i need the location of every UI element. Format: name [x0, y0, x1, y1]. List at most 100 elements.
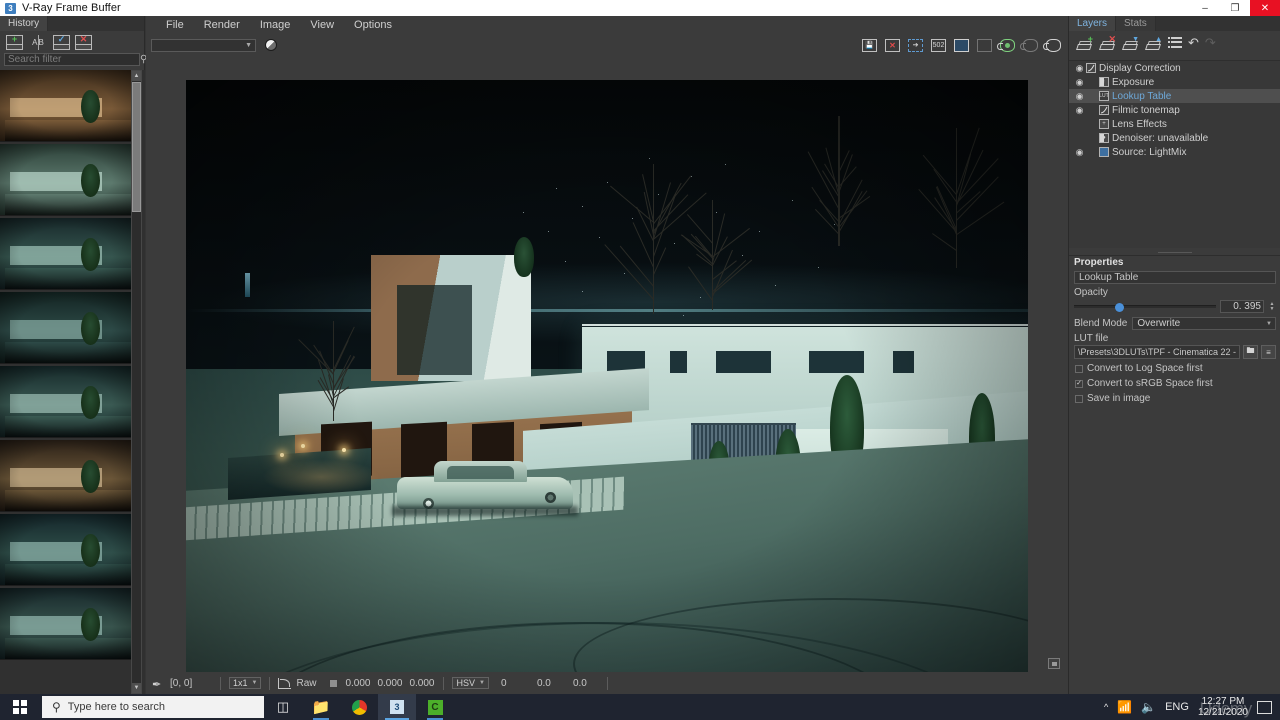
apply-history-button[interactable]: ✓	[53, 35, 70, 50]
curve-icon[interactable]	[278, 678, 291, 689]
chrome-button[interactable]	[340, 694, 378, 720]
opacity-slider[interactable]	[1074, 305, 1216, 308]
layer-list[interactable]: ◉ Display Correction ◉ ◐ Exposure ◉ LUT Lookup …	[1069, 60, 1280, 248]
menu-item-options[interactable]: Options	[344, 16, 402, 34]
clear-image-button[interactable]	[976, 37, 993, 53]
image-canvas-area[interactable]	[146, 56, 1068, 672]
pixel-aspect-button[interactable]: 502	[930, 37, 947, 53]
opacity-stepper[interactable]: ▲ ▼	[1268, 302, 1276, 312]
tab-layers[interactable]: Layers	[1069, 16, 1116, 31]
layer-label: Lens Effects	[1112, 119, 1167, 130]
search-input[interactable]	[8, 54, 140, 65]
save-image-button[interactable]: 💾	[861, 37, 878, 53]
convert-to-srgb-space-checkbox[interactable]: Convert to sRGB Space first	[1075, 378, 1276, 389]
visibility-toggle-icon[interactable]: ◉	[1073, 75, 1086, 89]
color-picker-icon[interactable]	[152, 678, 164, 689]
opacity-value-field[interactable]: 0. 395	[1220, 300, 1264, 313]
layer-presets-button[interactable]	[1168, 36, 1182, 49]
history-search[interactable]: ⚲ ▼	[4, 53, 140, 66]
lut-file-input[interactable]: \Presets\3DLUTs\TPF - Cinematica 22 - LO…	[1074, 345, 1240, 359]
tab-history[interactable]: History	[0, 16, 48, 31]
stop-render-button[interactable]	[1045, 37, 1062, 53]
history-scrollbar[interactable]: ▲ ▼	[131, 70, 142, 694]
language-indicator[interactable]: ENG	[1165, 701, 1189, 713]
scroll-down-arrow[interactable]: ▼	[132, 683, 141, 693]
scroll-up-arrow[interactable]: ▲	[132, 71, 141, 81]
camtasia-button[interactable]: C	[416, 694, 454, 720]
layer-name-field[interactable]: Lookup Table	[1074, 271, 1276, 284]
visibility-toggle-icon[interactable]: ◉	[1073, 103, 1086, 117]
volume-icon[interactable]: 🔈	[1141, 700, 1156, 714]
layer-display-correction[interactable]: ◉ Display Correction	[1069, 61, 1280, 75]
convert-to-log-space-checkbox[interactable]: Convert to Log Space first	[1075, 363, 1276, 374]
checkbox-box[interactable]	[1075, 365, 1083, 373]
redo-button[interactable]: ↷	[1205, 36, 1216, 49]
maximize-button[interactable]: ❐	[1220, 0, 1250, 16]
save-in-image-checkbox[interactable]: Save in image	[1075, 393, 1276, 404]
clock[interactable]: 12:27 PM 12/21/2020	[1198, 696, 1248, 718]
taskbar-search[interactable]: ⚲ Type here to search	[42, 696, 264, 718]
undo-button[interactable]: ↶	[1188, 36, 1199, 49]
layer-filmic-tonemap[interactable]: ◉ Filmic tonemap	[1069, 103, 1280, 117]
task-view-button[interactable]: ◫	[264, 694, 302, 720]
remove-layer-button[interactable]: ✕	[1099, 35, 1116, 50]
history-thumb-3[interactable]	[0, 218, 131, 290]
color-space-combo[interactable]: HSV ▼	[452, 677, 488, 689]
lut-presets-button[interactable]: ≡	[1261, 345, 1276, 359]
notification-icon[interactable]	[1257, 701, 1272, 714]
add-to-history-button[interactable]: +	[6, 35, 23, 50]
visibility-toggle-icon[interactable]: ◉	[1073, 61, 1086, 75]
render-preset-combo[interactable]: ▼	[151, 39, 256, 52]
checkbox-box[interactable]	[1075, 380, 1083, 388]
start-render-button[interactable]	[999, 37, 1016, 53]
history-thumb-8[interactable]	[0, 588, 131, 660]
history-thumb-6[interactable]	[0, 440, 131, 512]
history-list[interactable]: ▲ ▼	[0, 70, 145, 694]
layer-denoiser[interactable]: ◉◑Denoiser: unavailable	[1069, 131, 1280, 145]
save-layers-button[interactable]: ▲	[1145, 35, 1162, 50]
color-swatch[interactable]	[329, 679, 338, 688]
menu-item-image[interactable]: Image	[250, 16, 301, 34]
history-thumb-4[interactable]	[0, 292, 131, 364]
blend-mode-select[interactable]: Overwrite ▼	[1132, 317, 1276, 330]
menu-item-view[interactable]: View	[300, 16, 344, 34]
tab-stats[interactable]: Stats	[1116, 16, 1156, 31]
layer-lookup-table[interactable]: ◉ LUT Lookup Table	[1069, 89, 1280, 103]
history-thumb-1[interactable]	[0, 70, 131, 142]
history-thumb-5[interactable]	[0, 366, 131, 438]
continue-render-button[interactable]	[1022, 37, 1039, 53]
checkbox-box[interactable]	[1075, 395, 1083, 403]
rendered-image[interactable]	[186, 80, 1028, 672]
visibility-toggle-icon[interactable]: ◉	[1073, 89, 1086, 103]
menu-item-file[interactable]: File	[156, 16, 194, 34]
region-render-button[interactable]: ➔	[907, 37, 924, 53]
layer-source-lightmix[interactable]: ◉ Source: LightMix	[1069, 145, 1280, 159]
visibility-toggle-icon[interactable]: ◉	[1073, 145, 1086, 159]
save-all-image-channels-button[interactable]: ✕	[884, 37, 901, 53]
scroll-thumb[interactable]	[132, 82, 141, 212]
file-explorer-button[interactable]: 📁	[302, 694, 340, 720]
opacity-slider-knob[interactable]	[1115, 303, 1124, 312]
network-icon[interactable]: 📶	[1117, 700, 1132, 714]
layer-lens-effects[interactable]: ◉+Lens Effects	[1069, 117, 1280, 131]
stepper-down-icon[interactable]: ▼	[1270, 307, 1275, 312]
render-region-sphere[interactable]	[265, 39, 277, 51]
load-layers-button[interactable]: ▼	[1122, 35, 1139, 50]
tray-chevron-icon[interactable]: ^	[1104, 702, 1108, 712]
compare-ab-button[interactable]: AB	[28, 35, 48, 50]
close-button[interactable]: ✕	[1250, 0, 1280, 16]
delete-history-button[interactable]: ✕	[75, 35, 92, 50]
history-thumb-2[interactable]	[0, 144, 131, 216]
history-thumb-7[interactable]	[0, 514, 131, 586]
add-layer-button[interactable]: +	[1076, 35, 1093, 50]
taskbar-search-placeholder: Type here to search	[68, 701, 165, 713]
menu-item-render[interactable]: Render	[194, 16, 250, 34]
view-channel-button[interactable]	[953, 37, 970, 53]
zoom-level-combo[interactable]: 1x1 ▼	[229, 677, 261, 689]
layer-exposure[interactable]: ◉ ◐ Exposure	[1069, 75, 1280, 89]
image-options-button[interactable]	[1048, 658, 1060, 669]
3dsmax-button[interactable]: 3	[378, 694, 416, 720]
minimize-button[interactable]: –	[1190, 0, 1220, 16]
lut-browse-button[interactable]: 🖿	[1243, 345, 1258, 359]
start-button[interactable]	[0, 694, 40, 720]
